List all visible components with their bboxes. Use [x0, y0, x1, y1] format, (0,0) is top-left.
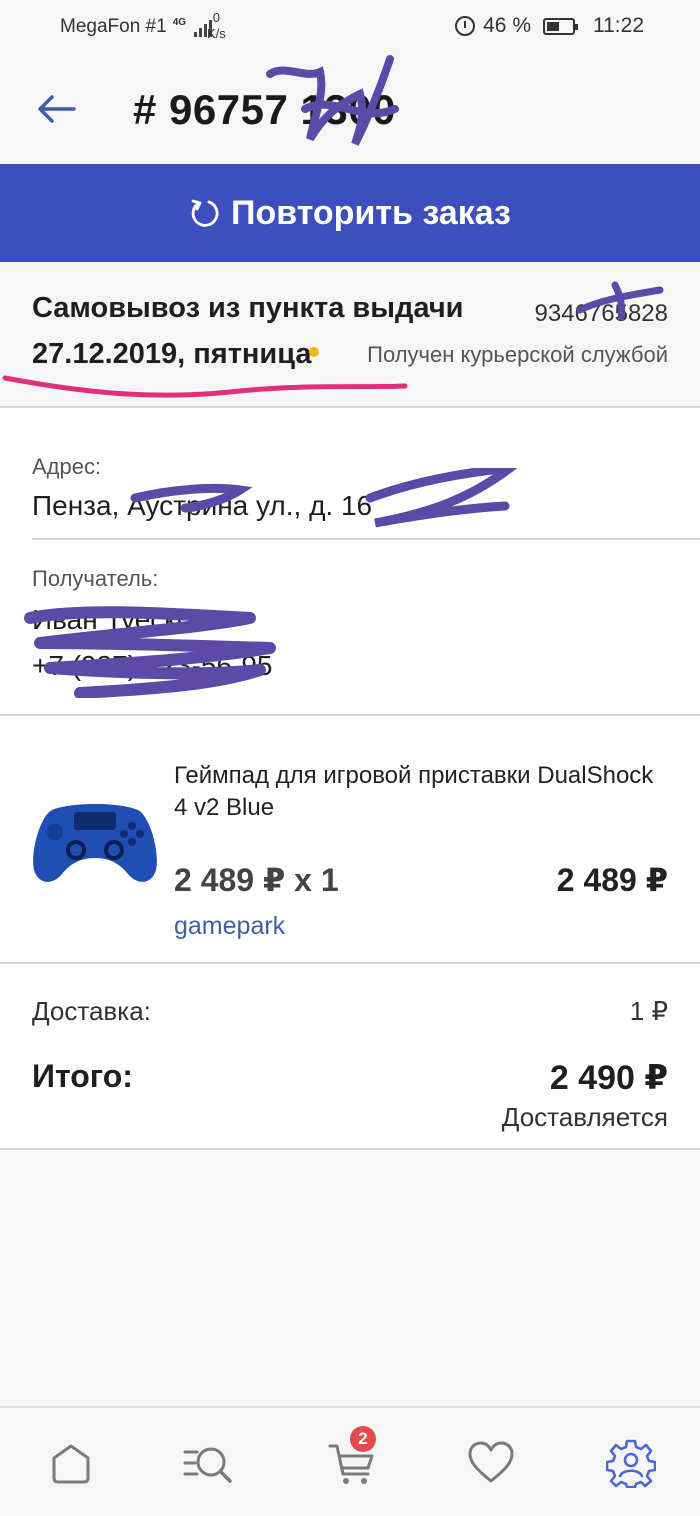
divider [0, 962, 700, 964]
address-label: Адрес: [32, 454, 102, 479]
status-right: 46 % 11:22 [455, 14, 644, 38]
alarm-icon [455, 16, 476, 36]
network-type: 4G [172, 17, 187, 28]
back-arrow-icon[interactable] [36, 94, 76, 124]
order-number: # 96757 1300 [133, 86, 396, 133]
bottom-navigation: 2 [0, 1406, 700, 1516]
delivery-method: Самовывоз из пункта выдачи [32, 292, 464, 324]
refresh-icon [191, 199, 219, 227]
nav-profile-settings[interactable] [605, 1438, 657, 1489]
product-total: 2 489 ₽ [556, 862, 668, 898]
cart-badge: 2 [350, 1426, 376, 1452]
delivery-cost-value: 1 ₽ [629, 996, 668, 1026]
battery-icon [543, 17, 578, 35]
carrier-name: MegaFon #1 [60, 16, 167, 37]
status-bar: MegaFon #1 4G 0 K/s 46 % 11:22 [0, 0, 700, 54]
delivery-status: Получен курьерской службой [367, 342, 668, 367]
divider [32, 538, 700, 540]
settings-icon [605, 1439, 657, 1489]
product-unit-price: 2 489 ₽ x 1 [174, 862, 339, 898]
catalog-search-icon [183, 1447, 232, 1483]
tracking-number: 9346765828 [534, 300, 668, 327]
total-label: Итого: [32, 1058, 133, 1094]
divider [0, 1148, 700, 1150]
repeat-order-button[interactable]: Повторить заказ [0, 164, 700, 262]
delivery-date: 27.12.2019, пятница [32, 338, 312, 370]
order-header: # 96757 1300 [0, 54, 700, 164]
gamepad-image[interactable] [30, 798, 160, 888]
seller-link[interactable]: gamepark [174, 912, 285, 941]
network-speed: 0 K/s [207, 10, 226, 42]
speed-value: 0 [212, 10, 221, 25]
nav-catalog[interactable] [183, 1438, 233, 1488]
divider [0, 714, 700, 716]
battery-level: 46 % [483, 14, 531, 37]
nav-cart[interactable]: 2 [326, 1426, 376, 1488]
status-dot-icon [309, 347, 319, 357]
delivery-card: Самовывоз из пункта выдачи 27.12.2019, п… [0, 262, 700, 408]
product-name[interactable]: Геймпад для игровой приставки DualShock … [174, 760, 654, 824]
nav-home[interactable] [46, 1438, 96, 1488]
recipient-label: Получатель: [32, 566, 159, 591]
heart-icon [468, 1441, 514, 1483]
address-value: Пенза, Аустрина ул., д. 16 [32, 490, 373, 521]
home-icon [52, 1444, 90, 1484]
recipient-phone: +7 (987) 123-56-95 [32, 650, 273, 681]
recipient-name: Иван Туесков [32, 604, 208, 635]
repeat-order-label: Повторить заказ [231, 193, 511, 232]
speed-unit: K/s [207, 26, 226, 41]
order-details: Адрес: Пенза, Аустрина ул., д. 16 Получа… [0, 408, 700, 1148]
delivery-cost-label: Доставка: [32, 996, 151, 1026]
clock: 11:22 [593, 14, 644, 37]
order-status: Доставляется [501, 1102, 668, 1132]
status-left: MegaFon #1 4G [60, 16, 213, 38]
total-value: 2 490 ₽ [549, 1059, 668, 1097]
nav-favorites[interactable] [466, 1438, 516, 1488]
